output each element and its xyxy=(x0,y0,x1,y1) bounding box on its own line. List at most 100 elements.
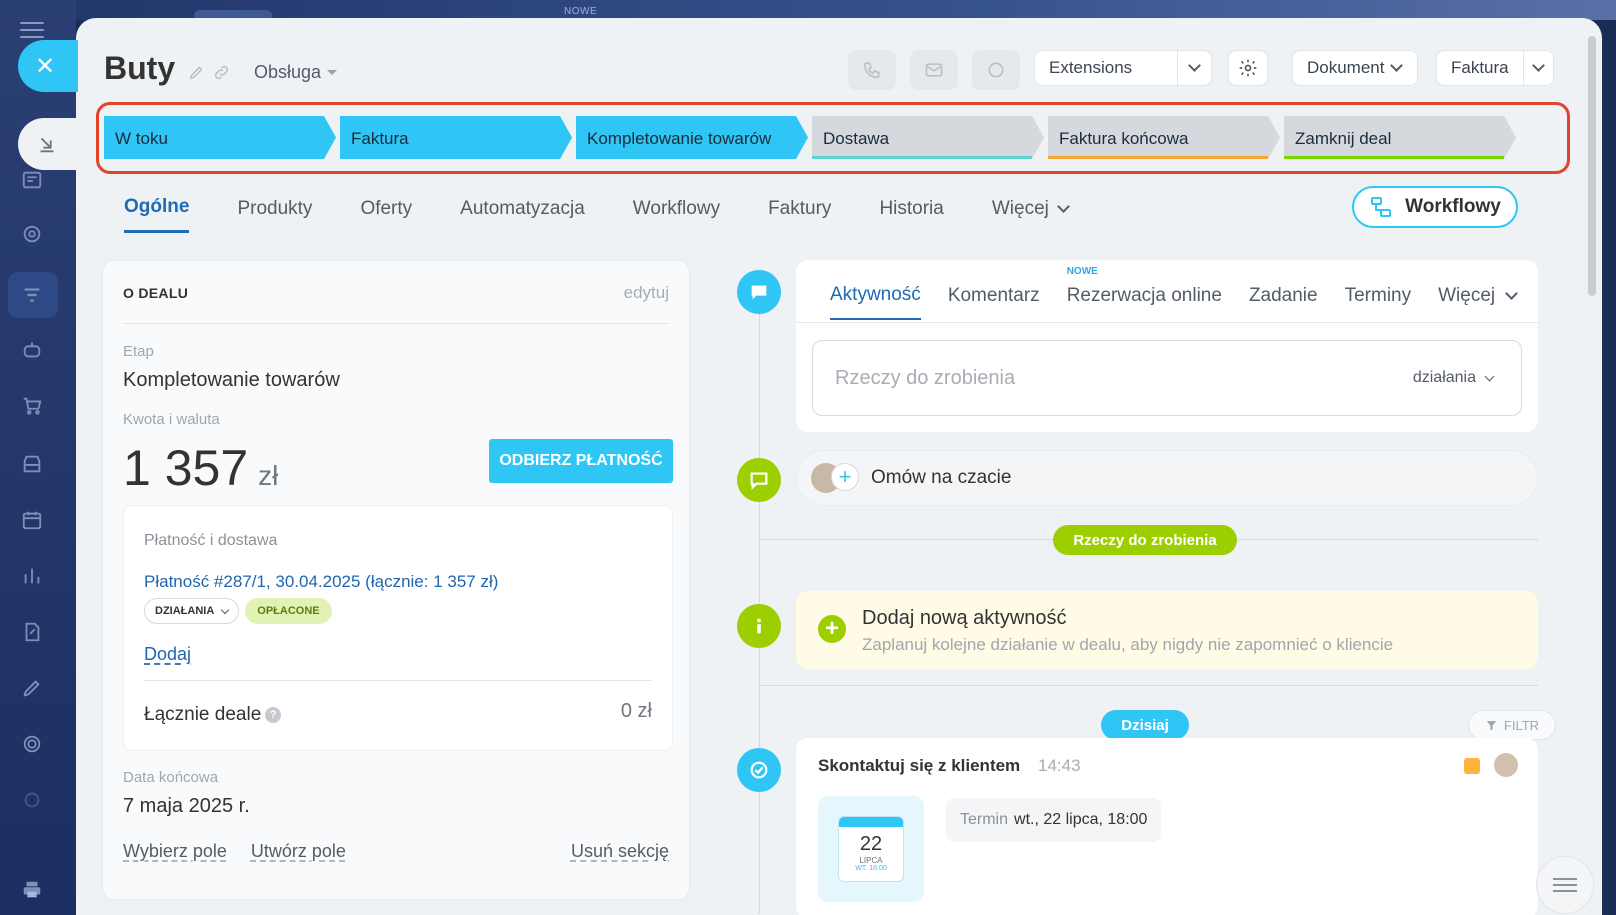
close-button[interactable]: ✕ xyxy=(18,40,78,92)
email-button[interactable] xyxy=(910,50,958,90)
separator-line xyxy=(760,685,1538,686)
tab-historia[interactable]: Historia xyxy=(879,196,943,233)
funnel-icon[interactable] xyxy=(20,283,44,307)
tab-ogolne[interactable]: Ogólne xyxy=(124,196,190,233)
todo-placeholder: Rzeczy do zrobienia xyxy=(835,367,1016,389)
stage-kompletowanie[interactable]: Kompletowanie towarów xyxy=(576,116,808,159)
activity-editor: Aktywność Komentarz NOWE Rezerwacja onli… xyxy=(796,260,1538,432)
stage-faktura-koncowa[interactable]: Faktura końcowa xyxy=(1048,116,1280,159)
tab-aktywnosc[interactable]: Aktywność xyxy=(830,284,921,320)
receive-payment-button[interactable]: ODBIERZ PŁATNOŚĆ xyxy=(489,439,673,483)
add-new-activity-card[interactable]: + Dodaj nową aktywność Zaplanuj kolejne … xyxy=(796,591,1538,669)
chevron-down-icon xyxy=(1484,371,1495,381)
select-field-link[interactable]: Wybierz pole xyxy=(123,841,227,862)
gear-icon xyxy=(1239,59,1257,77)
cart-icon[interactable] xyxy=(20,394,44,418)
robot-icon[interactable] xyxy=(20,338,44,362)
dokument-button[interactable]: Dokument xyxy=(1292,50,1418,86)
calendar-icon[interactable] xyxy=(20,508,44,532)
deadline-field[interactable]: Termin wt., 22 lipca, 18:00 xyxy=(946,798,1162,842)
actions-dropdown[interactable]: działania xyxy=(1413,369,1495,387)
payment-section-title: Płatność i dostawa xyxy=(144,532,278,549)
filter-label: FILTR xyxy=(1503,717,1540,733)
store-icon[interactable] xyxy=(20,452,44,476)
tab-terminy[interactable]: Terminy xyxy=(1345,284,1412,320)
tab-wiecej-activity[interactable]: Więcej xyxy=(1438,284,1519,320)
analytics-icon[interactable] xyxy=(20,564,44,588)
deal-title: Buty xyxy=(104,50,176,86)
newspaper-icon[interactable] xyxy=(20,168,44,192)
status-badge: OPŁACONE xyxy=(245,598,332,624)
total-deals-text: Łącznie deale xyxy=(144,704,262,725)
create-field-link[interactable]: Utwórz pole xyxy=(251,841,346,862)
caret-down-icon xyxy=(327,70,338,75)
calendar-day: 22 xyxy=(859,833,883,855)
edit-link[interactable]: edytuj xyxy=(624,283,669,303)
chat-icon xyxy=(988,62,1004,78)
workflow-button[interactable]: Workflowy xyxy=(1352,186,1518,228)
stage-w-toku[interactable]: W toku xyxy=(104,116,336,159)
payment-link[interactable]: Płatność #287/1, 30.04.2025 (łącznie: 1 … xyxy=(144,572,498,592)
document-edit-icon[interactable] xyxy=(20,620,44,644)
todo-input[interactable]: Rzeczy do zrobienia działania xyxy=(812,340,1522,416)
amount-field-label: Kwota i waluta xyxy=(123,411,220,428)
calendar-icon: 22 LIPCA WT. 18:00 xyxy=(818,796,924,902)
category-dropdown[interactable]: Obsługa xyxy=(254,62,338,83)
tab-faktury[interactable]: Faktury xyxy=(768,196,831,233)
settings-icon[interactable] xyxy=(20,788,44,812)
mail-icon xyxy=(925,63,943,77)
stage-faktura[interactable]: Faktura xyxy=(340,116,572,159)
phone-button[interactable] xyxy=(848,50,896,90)
filter-button[interactable]: FILTR xyxy=(1468,710,1556,740)
tab-produkty[interactable]: Produkty xyxy=(237,196,312,233)
tab-wiecej[interactable]: Więcej xyxy=(991,196,1070,233)
extensions-caret[interactable] xyxy=(1177,51,1211,85)
faktura-caret[interactable] xyxy=(1522,51,1553,85)
section-heading: O DEALU xyxy=(123,285,189,301)
add-link[interactable]: Dodaj xyxy=(144,644,191,665)
stage-zamknij-deal[interactable]: Zamknij deal xyxy=(1284,116,1516,159)
chat-button[interactable] xyxy=(972,50,1020,90)
priority-flag-icon[interactable] xyxy=(1464,758,1480,774)
tab-automatyzacja[interactable]: Automatyzacja xyxy=(460,196,585,233)
tab-rezerwacja-online[interactable]: NOWE Rezerwacja online xyxy=(1066,266,1222,320)
stage-field-value[interactable]: Kompletowanie towarów xyxy=(123,369,340,392)
chevron-down-icon xyxy=(1188,59,1201,72)
chevron-down-icon xyxy=(221,605,230,614)
end-date-value[interactable]: 7 maja 2025 r. xyxy=(123,795,250,818)
minimize-button[interactable] xyxy=(18,118,78,170)
dokument-label: Dokument xyxy=(1307,58,1385,77)
avatar[interactable] xyxy=(1492,751,1520,779)
circle-settings-icon[interactable] xyxy=(20,732,44,756)
delete-section-link[interactable]: Usuń sekcję xyxy=(571,841,669,862)
tab-zadanie[interactable]: Zadanie xyxy=(1249,284,1318,320)
info-icon xyxy=(757,618,761,634)
help-icon[interactable]: ? xyxy=(265,707,282,723)
scrollbar[interactable] xyxy=(1588,36,1596,296)
stage-bar: W toku Faktura Kompletowanie towarów Dos… xyxy=(104,116,1560,159)
tab-oferty[interactable]: Oferty xyxy=(360,196,412,233)
printer-icon[interactable] xyxy=(20,878,44,902)
tab-workflowy[interactable]: Workflowy xyxy=(633,196,720,233)
settings-button[interactable] xyxy=(1228,50,1268,86)
task-dot xyxy=(737,748,781,792)
menu-icon[interactable] xyxy=(20,22,44,40)
task-title[interactable]: Skontaktuj się z klientem xyxy=(818,756,1020,776)
amount-value[interactable]: 1 357 zł xyxy=(123,439,278,497)
tab-rezerwacja-label: Rezerwacja online xyxy=(1066,285,1222,306)
pencil-icon[interactable] xyxy=(20,676,44,700)
plus-icon[interactable]: + xyxy=(831,463,859,491)
actions-dropdown[interactable]: DZIAŁANIA xyxy=(144,598,240,624)
pencil-edit-icon[interactable] xyxy=(188,64,205,86)
extensions-button[interactable]: Extensions xyxy=(1034,50,1212,86)
link-icon[interactable] xyxy=(213,64,230,86)
discuss-in-chat-button[interactable]: + Omów na czacie xyxy=(796,450,1538,506)
faktura-button[interactable]: Faktura xyxy=(1436,50,1554,86)
tab-komentarz[interactable]: Komentarz xyxy=(948,284,1040,320)
target-icon[interactable] xyxy=(20,222,44,246)
add-circle-icon[interactable]: + xyxy=(818,615,846,643)
stage-dostawa[interactable]: Dostawa xyxy=(812,116,1044,159)
list-menu-button[interactable] xyxy=(1536,856,1594,914)
tab-wiecej-label: Więcej xyxy=(991,197,1049,219)
add-activity-hint: Zaplanuj kolejne działanie w dealu, aby … xyxy=(862,635,1394,654)
